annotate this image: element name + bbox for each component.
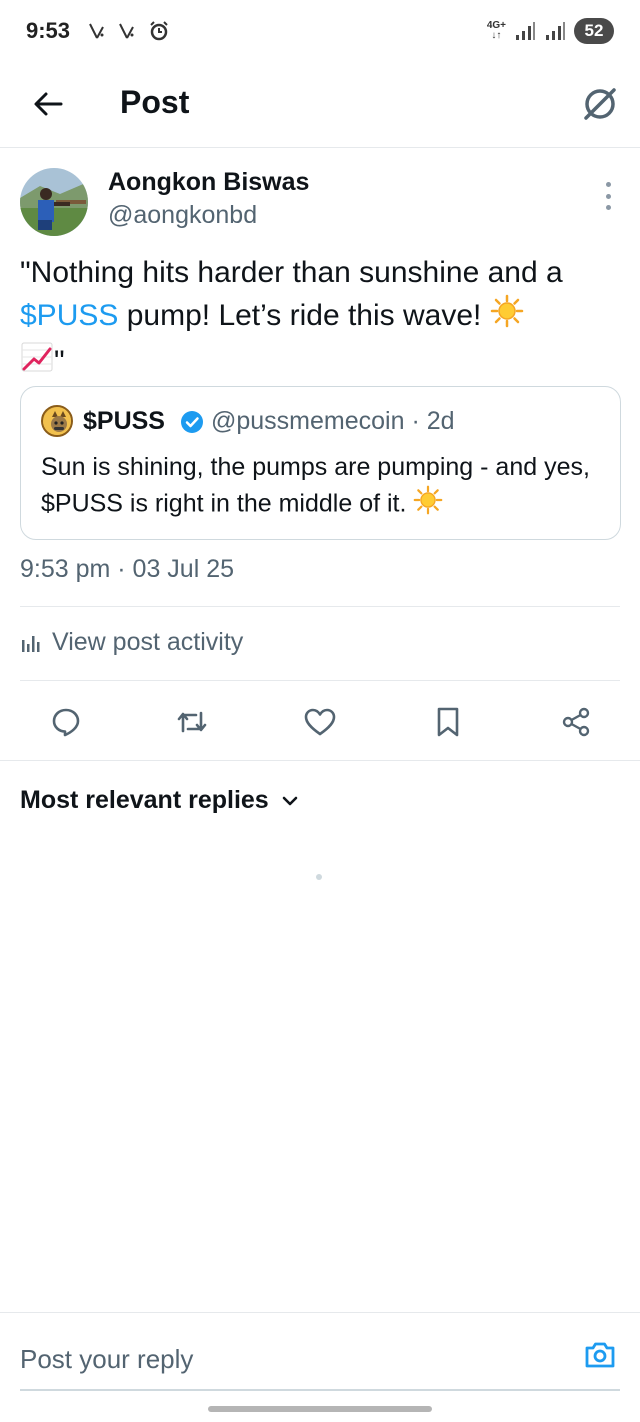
dot-icon [605,182,611,187]
post-text: "Nothing hits harder than sunshine and a… [20,252,620,386]
status-notification-icons [88,20,170,42]
post-timestamp: 9:53 pm · 03 Jul 25 [20,555,235,583]
reply-input[interactable] [20,1341,560,1377]
repost-button[interactable] [170,700,214,744]
reply-icon [52,708,80,737]
post-text-start: "Nothing hits harder than sunshine and a [20,256,563,289]
cashtag-link[interactable]: $PUSS [20,299,118,332]
quote-author-name: $PUSS [83,407,165,435]
quote-author-handle: @pussmemecoin · 2d [211,407,455,435]
back-button[interactable] [28,84,68,124]
camera-button[interactable] [582,1337,618,1373]
chevron-down-icon [282,796,298,805]
alarm-icon [150,21,168,41]
replies-sort-dropdown[interactable]: Most relevant replies [20,786,299,815]
divider [20,606,620,607]
quote-avatar[interactable] [41,405,73,437]
dot-icon [605,193,611,199]
dot-icon [605,205,611,210]
avatar-photo [20,168,88,236]
sun-emoji [413,485,443,525]
status-right: 4G+ ↓↑ 52 [487,18,614,44]
post-text-middle: pump! Let’s ride this wave! [118,298,490,332]
view-post-activity-label: View post activity [52,628,244,656]
reply-button[interactable] [44,700,88,744]
divider [0,760,640,761]
view-post-activity[interactable]: View post activity [20,628,243,657]
signal-activity-icon [89,23,104,39]
avatar[interactable] [20,168,88,236]
replies-sort-label: Most relevant replies [20,786,269,814]
author-handle[interactable]: @aongkonbd [108,201,257,230]
post-text-end: " [54,344,65,378]
analytics-bars-icon [22,635,40,652]
author-name[interactable]: Aongkon Biswas [108,168,309,197]
chart-increasing-emoji [20,340,54,386]
puss-coin-avatar [43,407,71,435]
network-type: 4G+ ↓↑ [487,21,506,41]
signal-bars-icon [516,22,535,40]
signal-bars-icon [546,22,565,40]
heart-icon [304,708,336,736]
quoted-post[interactable]: $PUSS @pussmemecoin · 2d Sun is shining,… [20,386,621,540]
grok-icon [584,88,616,120]
home-indicator[interactable] [208,1406,432,1412]
quote-text-body: Sun is shining, the pumps are pumping - … [41,453,590,518]
divider [20,680,620,681]
signal-activity-icon [119,23,134,39]
like-button[interactable] [298,700,342,744]
grok-button[interactable] [578,82,622,126]
arrow-left-icon [34,92,63,116]
page-title: Post [120,84,190,120]
bookmark-icon [437,707,459,737]
share-icon [562,707,590,737]
data-arrows-icon: ↓↑ [491,30,502,41]
verified-badge-icon [181,411,203,433]
battery-indicator: 52 [574,18,614,44]
quote-text: Sun is shining, the pumps are pumping - … [41,449,611,525]
sun-emoji [490,294,524,340]
more-options-button[interactable] [598,182,618,210]
reply-composer [0,1312,640,1402]
repost-icon [177,711,207,733]
top-app-bar: Post [0,66,640,148]
camera-icon [585,1342,615,1368]
post-actions [0,700,640,744]
status-bar: 9:53 4G+ ↓↑ 52 [0,0,640,66]
share-button[interactable] [554,700,598,744]
bookmark-button[interactable] [426,700,470,744]
loading-indicator [316,874,322,880]
status-time: 9:53 [26,18,71,43]
reply-input-underline [20,1389,620,1391]
